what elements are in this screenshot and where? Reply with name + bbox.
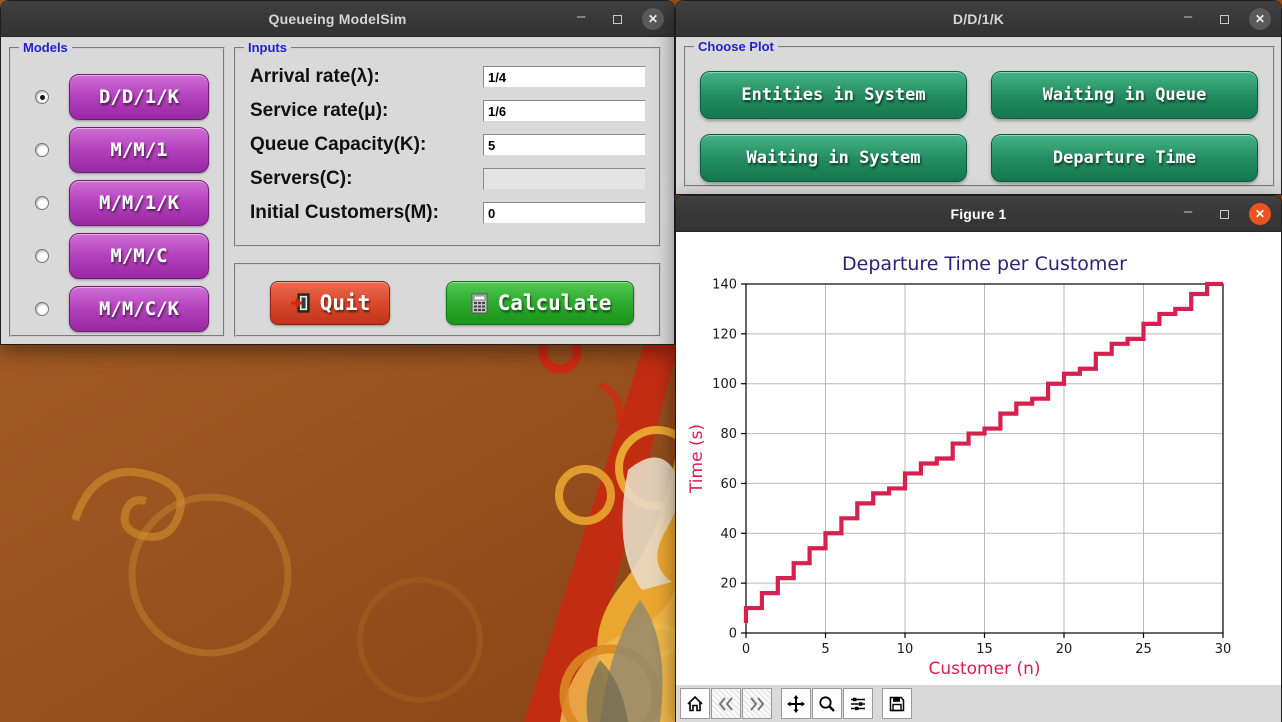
ddk-window-title: D/D/1/K (952, 10, 1005, 27)
inputs-groupbox-label: Inputs (244, 40, 291, 55)
svg-text:100: 100 (712, 377, 737, 392)
zoom-icon[interactable] (812, 688, 842, 719)
svg-text:10: 10 (897, 642, 914, 657)
svg-text:5: 5 (821, 642, 829, 657)
departure-time-step-chart: 0 5 10 15 20 25 30 0 20 40 60 80 100 120 140 Departure … (687, 253, 1232, 679)
matplotlib-toolbar (676, 685, 1281, 722)
window-figure1: Figure 1 – ✕ 0 5 10 15 20 25 30 0 20 40 60 80 100 120… (675, 195, 1282, 722)
svg-text:40: 40 (720, 527, 737, 542)
minimize-icon[interactable]: – (1177, 8, 1199, 30)
model-radio-m-m-1[interactable] (35, 143, 49, 157)
input-row: Queue Capacity(K): (236, 133, 659, 157)
figure-window-title: Figure 1 (950, 205, 1007, 222)
model-radio-m-m-c-k[interactable] (35, 302, 49, 316)
model-radio-m-m-c[interactable] (35, 249, 49, 263)
svg-text:60: 60 (720, 477, 737, 492)
models-groupbox-label: Models (19, 40, 72, 55)
quit-button[interactable]: Quit (270, 281, 390, 325)
choose-plot-groupbox: Choose Plot Entities in System Waiting in… (684, 39, 1275, 187)
input-label: Servers(C): (250, 168, 353, 189)
input-field-servers-c- (483, 168, 646, 190)
minimize-icon[interactable]: – (570, 8, 592, 30)
calculate-button[interactable]: Calculate (446, 281, 634, 325)
plot-button-departure-time[interactable]: Departure Time (991, 134, 1258, 182)
model-button-m-m-c[interactable]: M/M/C (69, 233, 209, 279)
calculator-icon (471, 293, 488, 313)
svg-text:0: 0 (742, 642, 750, 657)
model-row: D/D/1/K (11, 74, 223, 120)
input-field-initial-customers-m-[interactable] (483, 202, 646, 224)
model-button-m-m-1[interactable]: M/M/1 (69, 127, 209, 173)
input-label: Service rate(μ): (250, 100, 389, 121)
pan-icon[interactable] (781, 688, 811, 719)
window-ddk: D/D/1/K – ✕ Choose Plot Entities in Syst… (675, 0, 1282, 195)
model-radio-m-m-1-k[interactable] (35, 196, 49, 210)
model-row: M/M/C (11, 233, 223, 279)
models-groupbox: Models D/D/1/K M/M/1 M/M/1/K M/M/C M/M/C/K (9, 40, 225, 337)
save-icon[interactable] (882, 688, 912, 719)
close-icon[interactable]: ✕ (1249, 203, 1271, 225)
qms-window-title: Queueing ModelSim (268, 10, 407, 27)
input-row: Service rate(μ): (236, 99, 659, 123)
maximize-icon[interactable] (606, 8, 628, 30)
input-row: Servers(C): (236, 167, 659, 191)
qms-titlebar[interactable]: Queueing ModelSim – ✕ (1, 1, 674, 37)
model-row: M/M/1/K (11, 180, 223, 226)
model-button-m-m-1-k[interactable]: M/M/1/K (69, 180, 209, 226)
exit-door-icon (290, 293, 310, 313)
maximize-icon[interactable] (1213, 8, 1235, 30)
inputs-groupbox: Inputs Arrival rate(λ): Service rate(μ): Q… (234, 40, 661, 247)
input-field-arrival-rate-[interactable] (483, 66, 646, 88)
input-label: Queue Capacity(K): (250, 134, 427, 155)
plot-canvas: 0 5 10 15 20 25 30 0 20 40 60 80 100 120 140 Departure … (676, 232, 1281, 685)
model-button-d-d-1-k[interactable]: D/D/1/K (69, 74, 209, 120)
plot-button-entities-in-system[interactable]: Entities in System (700, 71, 967, 119)
figure-titlebar[interactable]: Figure 1 – ✕ (676, 196, 1281, 232)
close-icon[interactable]: ✕ (642, 8, 664, 30)
quit-button-label: Quit (319, 291, 371, 315)
maximize-icon[interactable] (1213, 203, 1235, 225)
input-row: Initial Customers(M): (236, 201, 659, 225)
close-icon[interactable]: ✕ (1249, 8, 1271, 30)
svg-text:Departure Time per Customer: Departure Time per Customer (842, 253, 1127, 275)
svg-text:15: 15 (976, 642, 993, 657)
plot-button-waiting-in-system[interactable]: Waiting in System (700, 134, 967, 182)
input-field-queue-capacity-k-[interactable] (483, 134, 646, 156)
model-radio-d-d-1-k[interactable] (35, 90, 49, 104)
minimize-icon[interactable]: – (1177, 203, 1199, 225)
svg-text:Customer (n): Customer (n) (928, 659, 1040, 679)
actions-frame: Quit Calculate (234, 263, 661, 337)
choose-plot-label: Choose Plot (694, 39, 778, 54)
input-row: Arrival rate(λ): (236, 65, 659, 89)
svg-text:25: 25 (1135, 642, 1152, 657)
svg-text:140: 140 (712, 278, 737, 293)
svg-text:120: 120 (712, 327, 737, 342)
forward-icon[interactable] (742, 688, 772, 719)
input-label: Initial Customers(M): (250, 202, 439, 223)
home-icon[interactable] (680, 688, 710, 719)
model-row: M/M/C/K (11, 286, 223, 332)
plot-button-waiting-in-queue[interactable]: Waiting in Queue (991, 71, 1258, 119)
svg-text:20: 20 (1056, 642, 1073, 657)
input-field-service-rate-[interactable] (483, 100, 646, 122)
svg-text:Time (s): Time (s) (687, 424, 707, 494)
svg-text:80: 80 (720, 427, 737, 442)
svg-text:20: 20 (720, 577, 737, 592)
window-queueing-modelsim: Queueing ModelSim – ✕ Models D/D/1/K M/M/… (0, 0, 675, 345)
model-row: M/M/1 (11, 127, 223, 173)
svg-text:0: 0 (729, 627, 737, 642)
back-icon[interactable] (711, 688, 741, 719)
ddk-titlebar[interactable]: D/D/1/K – ✕ (676, 1, 1281, 37)
calculate-button-label: Calculate (497, 291, 612, 315)
subplots-icon[interactable] (843, 688, 873, 719)
input-label: Arrival rate(λ): (250, 66, 380, 87)
model-button-m-m-c-k[interactable]: M/M/C/K (69, 286, 209, 332)
svg-text:30: 30 (1215, 642, 1232, 657)
